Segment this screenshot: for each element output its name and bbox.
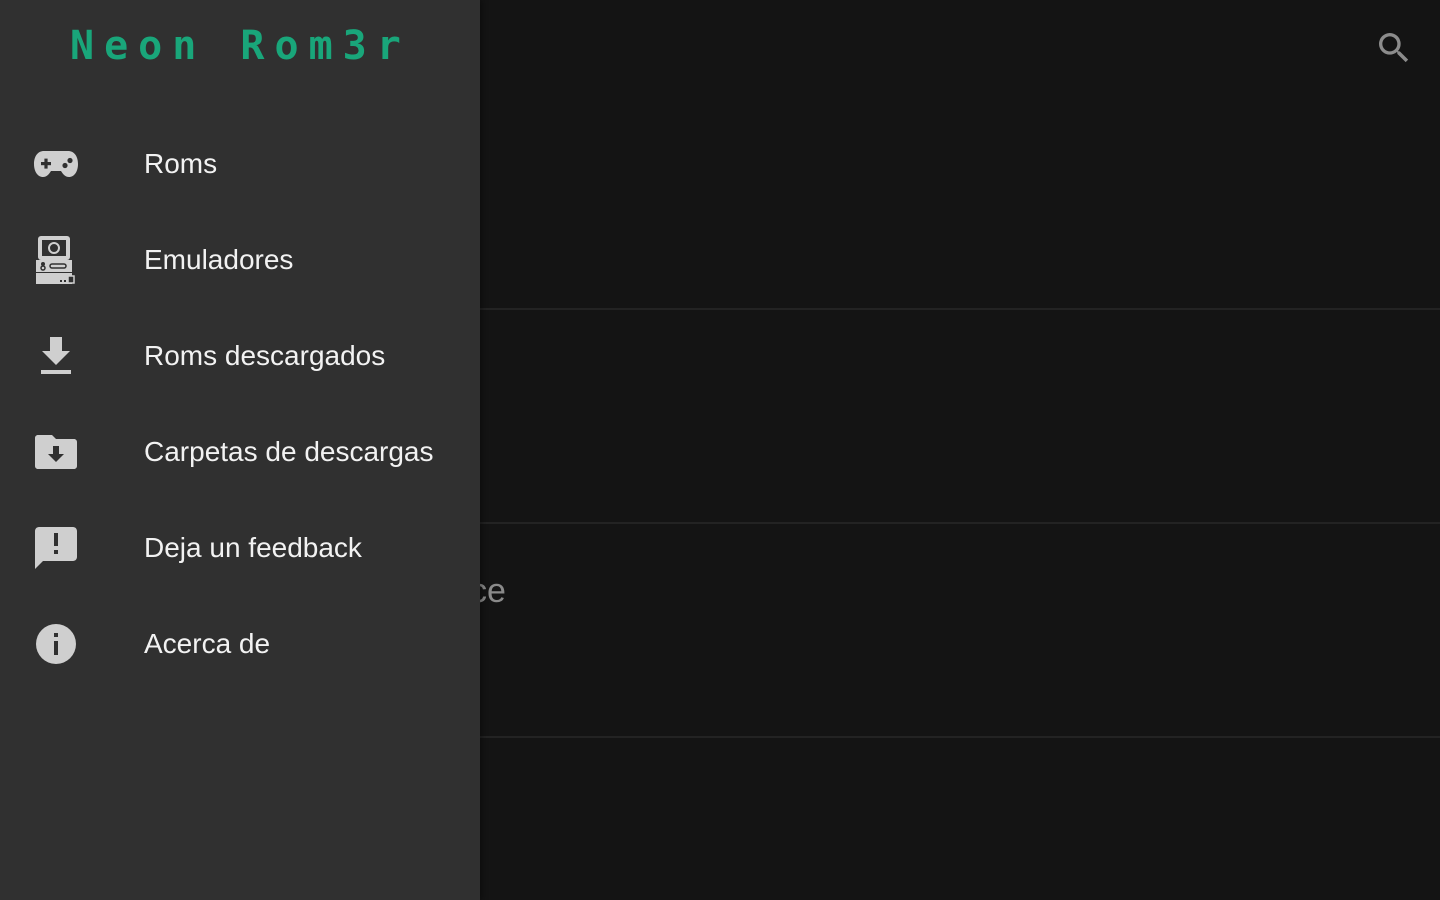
gamepad-icon [32,140,80,188]
drawer-item-label: Carpetas de descargas [144,436,434,467]
drawer-item-roms[interactable]: Roms [0,116,480,212]
drawer-item-label: Roms descargados [144,340,386,371]
list-item[interactable] [480,738,1440,900]
info-icon [32,620,80,668]
drawer-item-label: Emuladores [144,244,294,275]
list-item[interactable] [480,524,1440,736]
drawer-item-label: Deja un feedback [144,532,362,563]
list-item[interactable] [480,0,1440,308]
drawer-item-acerca-de[interactable]: Acerca de [0,596,480,692]
folder-download-icon [32,428,80,476]
arcade-cabinet-icon [32,236,80,284]
feedback-icon [32,524,80,572]
app-logo: Neon Rom3r [70,26,411,66]
download-icon [32,332,80,380]
drawer-item-label: Roms [144,148,218,179]
drawer-item-emuladores[interactable]: Emuladores [0,212,480,308]
drawer-item-label: Acerca de [144,628,271,659]
drawer-item-carpetas-de-descargas[interactable]: Carpetas de descargas [0,404,480,500]
list-item[interactable] [480,310,1440,522]
drawer-item-deja-un-feedback[interactable]: Deja un feedback [0,500,480,596]
screen: ce Neon Rom3r Roms Emuladores Roms desca… [0,0,1440,900]
drawer-item-roms-descargados[interactable]: Roms descargados [0,308,480,404]
drawer-menu: Roms Emuladores Roms descargados Carpeta… [0,116,480,692]
app-title: Neon Rom3r [70,23,411,69]
navigation-drawer: Neon Rom3r Roms Emuladores Roms descarga… [0,0,480,900]
